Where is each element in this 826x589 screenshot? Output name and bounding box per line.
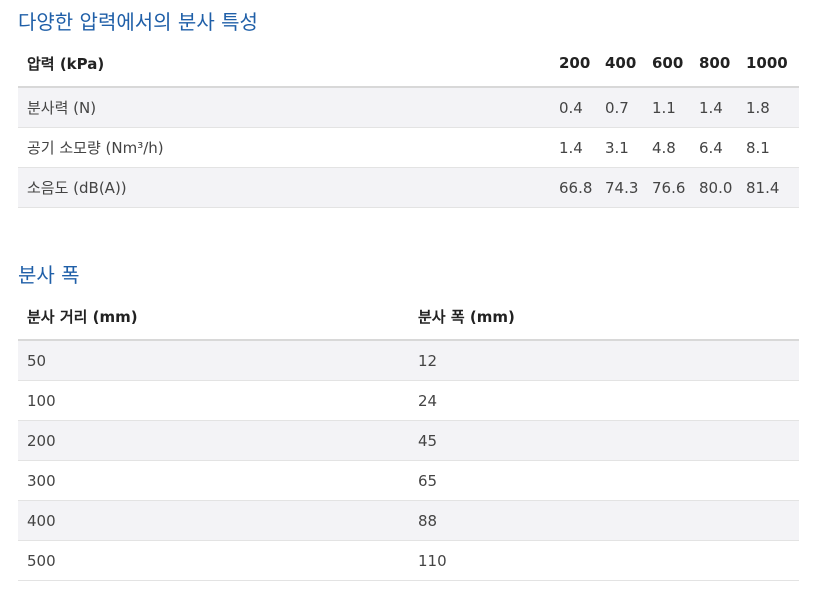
cell-value: 3.1 xyxy=(605,127,652,168)
table-header-row: 분사 거리 (mm) 분사 폭 (mm) xyxy=(18,293,799,341)
table-row: 공기 소모량 (Nm³/h) 1.4 3.1 4.8 6.4 8.1 xyxy=(18,127,799,168)
cell-value: 80.0 xyxy=(699,167,746,208)
cell-value: 1.8 xyxy=(746,87,799,128)
cell-distance: 400 xyxy=(18,500,409,541)
header-distance: 분사 거리 (mm) xyxy=(18,293,409,341)
cell-width: 12 xyxy=(409,340,799,381)
cell-value: 1.1 xyxy=(652,87,699,128)
table-row: 300 65 xyxy=(18,460,799,501)
cell-distance: 200 xyxy=(18,420,409,461)
table-row: 50 12 xyxy=(18,340,799,381)
table-row: 분사력 (N) 0.4 0.7 1.1 1.4 1.8 xyxy=(18,87,799,128)
cell-value: 0.7 xyxy=(605,87,652,128)
cell-width: 24 xyxy=(409,380,799,421)
table-row: 소음도 (dB(A)) 66.8 74.3 76.6 80.0 81.4 xyxy=(18,167,799,208)
cell-width: 65 xyxy=(409,460,799,501)
spray-width-section-title: 분사 폭 xyxy=(18,263,80,287)
row-label: 공기 소모량 (Nm³/h) xyxy=(18,127,559,168)
cell-value: 6.4 xyxy=(699,127,746,168)
table-row: 100 24 xyxy=(18,380,799,421)
cell-value: 0.4 xyxy=(559,87,605,128)
cell-distance: 300 xyxy=(18,460,409,501)
cell-width: 45 xyxy=(409,420,799,461)
cell-distance: 50 xyxy=(18,340,409,381)
header-400: 400 xyxy=(605,40,652,88)
header-600: 600 xyxy=(652,40,699,88)
cell-value: 74.3 xyxy=(605,167,652,208)
pressure-section-title: 다양한 압력에서의 분사 특성 xyxy=(18,10,258,34)
row-label: 분사력 (N) xyxy=(18,87,559,128)
table-row: 400 88 xyxy=(18,500,799,541)
pressure-characteristics-table: 압력 (kPa) 200 400 600 800 1000 분사력 (N) 0.… xyxy=(18,40,799,208)
cell-value: 4.8 xyxy=(652,127,699,168)
row-label: 소음도 (dB(A)) xyxy=(18,167,559,208)
header-800: 800 xyxy=(699,40,746,88)
cell-width: 110 xyxy=(409,540,799,581)
cell-value: 1.4 xyxy=(699,87,746,128)
header-1000: 1000 xyxy=(746,40,799,88)
spray-width-table: 분사 거리 (mm) 분사 폭 (mm) 50 12 100 24 200 45… xyxy=(18,293,799,581)
cell-distance: 100 xyxy=(18,380,409,421)
header-width: 분사 폭 (mm) xyxy=(409,293,799,341)
cell-value: 8.1 xyxy=(746,127,799,168)
cell-value: 66.8 xyxy=(559,167,605,208)
table-row: 200 45 xyxy=(18,420,799,461)
cell-distance: 500 xyxy=(18,540,409,581)
cell-width: 88 xyxy=(409,500,799,541)
header-pressure: 압력 (kPa) xyxy=(18,40,559,88)
header-200: 200 xyxy=(559,40,605,88)
table-row: 500 110 xyxy=(18,540,799,581)
cell-value: 76.6 xyxy=(652,167,699,208)
table-header-row: 압력 (kPa) 200 400 600 800 1000 xyxy=(18,40,799,88)
cell-value: 1.4 xyxy=(559,127,605,168)
cell-value: 81.4 xyxy=(746,167,799,208)
